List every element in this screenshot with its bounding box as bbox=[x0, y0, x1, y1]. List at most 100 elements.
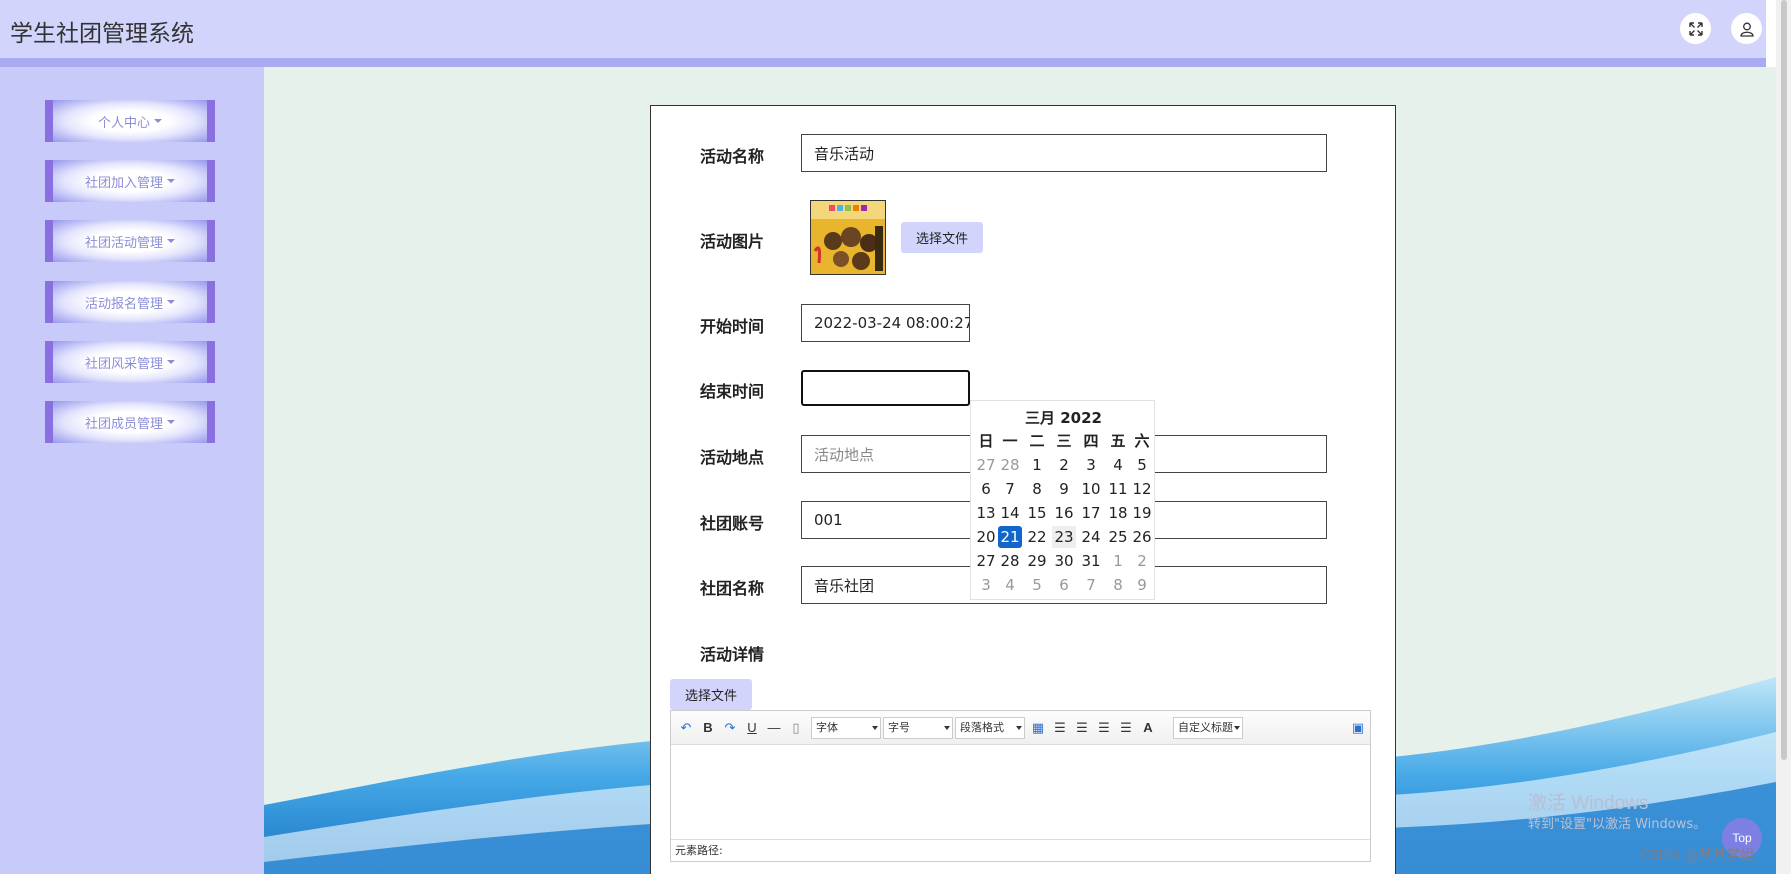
calendar-day[interactable]: 1 bbox=[1106, 550, 1130, 572]
calendar-day[interactable]: 4 bbox=[1106, 454, 1130, 476]
end-time-input[interactable] bbox=[801, 370, 970, 406]
sidebar-item-label: 社团活动管理 bbox=[84, 235, 163, 251]
calendar-day[interactable]: 6 bbox=[1052, 574, 1076, 596]
user-icon bbox=[1739, 22, 1754, 37]
sidebar-item-activity-signup[interactable]: 活动报名管理 bbox=[45, 281, 215, 323]
calendar-day[interactable]: 2 bbox=[1052, 454, 1076, 476]
undo-icon[interactable]: ↶ bbox=[679, 721, 693, 735]
calendar-day[interactable]: 9 bbox=[1130, 574, 1154, 596]
label-end-time: 结束时间 bbox=[700, 382, 765, 401]
calendar-day[interactable]: 15 bbox=[1025, 502, 1049, 524]
fullscreen-button[interactable] bbox=[1680, 13, 1711, 44]
calendar-day[interactable]: 29 bbox=[1025, 550, 1049, 572]
calendar-day[interactable]: 30 bbox=[1052, 550, 1076, 572]
start-time-input[interactable]: 2022-03-24 08:00:27 bbox=[801, 304, 970, 342]
editor-toolbar: ↶ B ↷ U — ▯ 字体 字号 段落格式 ▦ ☰ ☰ ☰ ☰ A 自定义标题… bbox=[671, 711, 1370, 745]
calendar-day[interactable]: 27 bbox=[974, 550, 998, 572]
source-code-icon[interactable]: ▣ bbox=[1351, 721, 1365, 735]
font-size-select[interactable]: 字号 bbox=[883, 717, 953, 739]
calendar-weekday: 一 bbox=[1002, 432, 1018, 450]
calendar-day[interactable]: 17 bbox=[1079, 502, 1103, 524]
calendar-day[interactable]: 7 bbox=[998, 478, 1022, 500]
calendar-day[interactable]: 9 bbox=[1052, 478, 1076, 500]
align-right-icon[interactable]: ☰ bbox=[1075, 721, 1089, 735]
horizontal-rule-icon[interactable]: — bbox=[767, 721, 781, 735]
choose-image-button[interactable]: 选择文件 bbox=[901, 222, 983, 253]
calendar-weekday: 五 bbox=[1110, 432, 1126, 450]
date-picker-popup: 三月 2022 日一二三四五六 27 28 1 2 3 4 5 6 7 8 9 10 11 12 13 14 15… bbox=[970, 400, 1155, 600]
calendar-day[interactable]: 18 bbox=[1106, 502, 1130, 524]
calendar-day[interactable]: 2 bbox=[1130, 550, 1154, 572]
calendar-day[interactable]: 8 bbox=[1025, 478, 1049, 500]
calendar-day[interactable]: 3 bbox=[1079, 454, 1103, 476]
choose-detail-file-button[interactable]: 选择文件 bbox=[670, 679, 752, 710]
table-icon[interactable]: ▦ bbox=[1031, 721, 1045, 735]
calendar-weekday: 六 bbox=[1134, 432, 1150, 450]
calendar-day[interactable]: 14 bbox=[998, 502, 1022, 524]
calendar-day[interactable]: 4 bbox=[998, 574, 1022, 596]
activity-name-input[interactable]: 音乐活动 bbox=[801, 134, 1327, 172]
caret-down-icon bbox=[167, 239, 175, 243]
csdn-watermark: CSDN @其其学姐 bbox=[1640, 848, 1755, 864]
expand-icon bbox=[1688, 21, 1703, 36]
font-color-button[interactable]: A bbox=[1141, 721, 1155, 735]
paragraph-format-select[interactable]: 段落格式 bbox=[955, 717, 1025, 739]
calendar-day[interactable]: 5 bbox=[1130, 454, 1154, 476]
calendar-day[interactable]: 1 bbox=[1025, 454, 1049, 476]
underline-button[interactable]: U bbox=[745, 721, 759, 735]
page-scrollbar-thumb[interactable] bbox=[1781, 0, 1787, 760]
redo-icon[interactable]: ↷ bbox=[723, 721, 737, 735]
calendar-day[interactable]: 7 bbox=[1079, 574, 1103, 596]
music-poster-image bbox=[811, 201, 885, 274]
calendar-day[interactable]: 6 bbox=[974, 478, 998, 500]
caret-down-icon bbox=[154, 119, 162, 123]
bold-button[interactable]: B bbox=[701, 721, 715, 735]
editor-content-area[interactable] bbox=[671, 746, 1370, 839]
calendar-day[interactable]: 24 bbox=[1079, 526, 1103, 548]
page-icon[interactable]: ▯ bbox=[789, 721, 803, 735]
windows-watermark-title: 激活 Windows bbox=[1528, 793, 1649, 814]
calendar-day[interactable]: 23 bbox=[1052, 526, 1076, 548]
calendar-day[interactable]: 27 bbox=[974, 454, 998, 476]
sidebar-item-club-join[interactable]: 社团加入管理 bbox=[45, 160, 215, 202]
calendar-day[interactable]: 21 bbox=[998, 526, 1022, 548]
font-family-select[interactable]: 字体 bbox=[811, 717, 881, 739]
calendar-day[interactable]: 8 bbox=[1106, 574, 1130, 596]
label-club-name: 社团名称 bbox=[700, 579, 765, 598]
header-strip bbox=[0, 58, 1766, 67]
calendar-day[interactable]: 3 bbox=[974, 574, 998, 596]
calendar-day[interactable]: 19 bbox=[1130, 502, 1154, 524]
align-left-icon[interactable]: ☰ bbox=[1053, 721, 1067, 735]
calendar-day[interactable]: 25 bbox=[1106, 526, 1130, 548]
calendar-day[interactable]: 10 bbox=[1079, 478, 1103, 500]
calendar-day[interactable]: 16 bbox=[1052, 502, 1076, 524]
align-center-icon[interactable]: ☰ bbox=[1097, 721, 1111, 735]
user-button[interactable] bbox=[1731, 13, 1762, 44]
calendar-weekday: 四 bbox=[1083, 432, 1099, 450]
sidebar-item-label: 活动报名管理 bbox=[84, 296, 163, 312]
calendar-weekday: 三 bbox=[1056, 432, 1072, 450]
sidebar-item-club-activity[interactable]: 社团活动管理 bbox=[45, 220, 215, 262]
editor-element-path: 元素路径: bbox=[671, 839, 1370, 861]
label-club-account: 社团账号 bbox=[700, 514, 765, 533]
calendar-day[interactable]: 5 bbox=[1025, 574, 1049, 596]
calendar-day[interactable]: 31 bbox=[1079, 550, 1103, 572]
calendar-day[interactable]: 28 bbox=[998, 454, 1022, 476]
calendar-day[interactable]: 26 bbox=[1130, 526, 1154, 548]
calendar-day[interactable]: 20 bbox=[974, 526, 998, 548]
calendar-month-title: 三月 2022 bbox=[1025, 409, 1102, 427]
sidebar-item-personal-center[interactable]: 个人中心 bbox=[45, 100, 215, 142]
calendar-day[interactable]: 13 bbox=[974, 502, 998, 524]
calendar-day[interactable]: 12 bbox=[1130, 478, 1154, 500]
calendar-day[interactable]: 22 bbox=[1025, 526, 1049, 548]
align-justify-icon[interactable]: ☰ bbox=[1119, 721, 1133, 735]
sidebar-item-club-members[interactable]: 社团成员管理 bbox=[45, 401, 215, 443]
app-title: 学生社团管理系统 bbox=[10, 21, 194, 47]
custom-title-select[interactable]: 自定义标题 bbox=[1173, 717, 1243, 739]
activity-image-thumbnail bbox=[810, 200, 886, 275]
calendar-day[interactable]: 11 bbox=[1106, 478, 1130, 500]
calendar-day[interactable]: 28 bbox=[998, 550, 1022, 572]
sidebar-item-club-showcase[interactable]: 社团风采管理 bbox=[45, 341, 215, 383]
calendar-weekday: 二 bbox=[1029, 432, 1045, 450]
sidebar-item-label: 社团风采管理 bbox=[84, 356, 163, 372]
